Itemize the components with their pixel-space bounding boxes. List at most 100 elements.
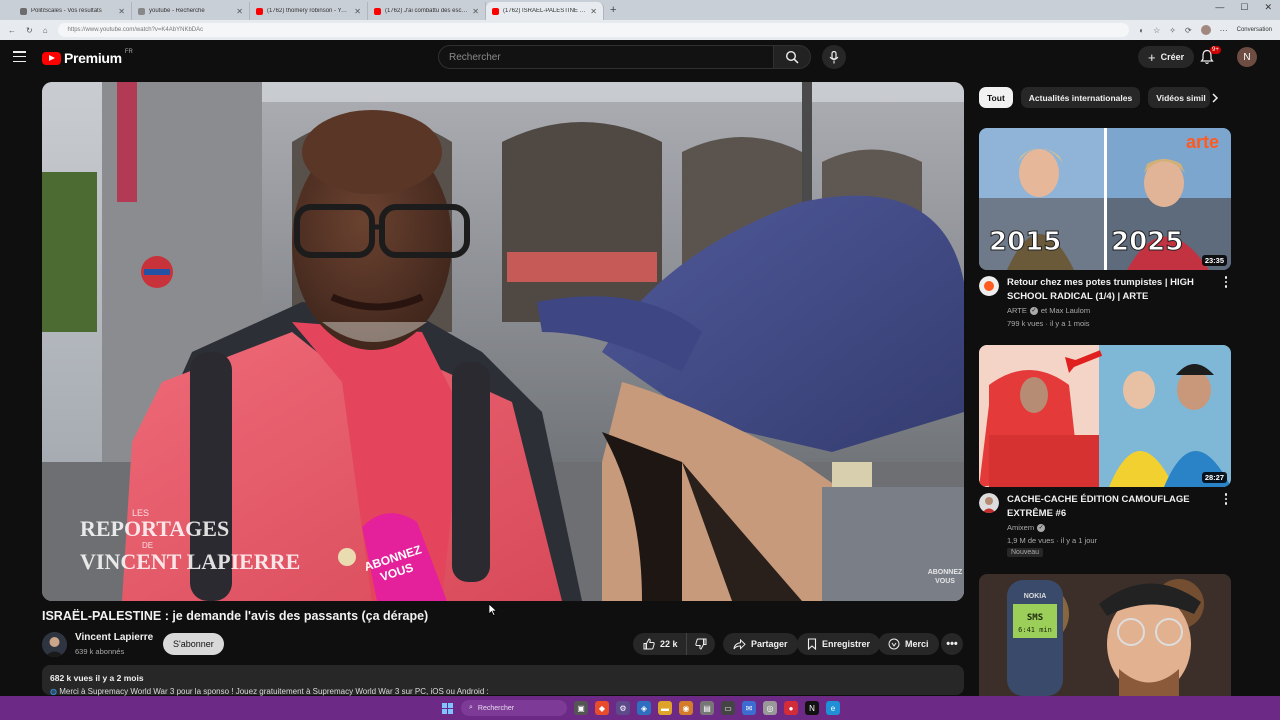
arte-avatar-icon xyxy=(979,276,999,296)
channel-avatar[interactable] xyxy=(979,493,999,513)
channel-name[interactable]: Amixem xyxy=(1007,523,1034,532)
video-thumbnail[interactable]: NOKIA SMS 6:41 min xyxy=(979,574,1231,696)
app-icon[interactable]: ● xyxy=(784,701,798,715)
extension-icon[interactable]: ◐ xyxy=(1139,26,1144,35)
url-text: https://www.youtube.com/watch?v=K4AbYNKb… xyxy=(67,27,204,33)
search-input[interactable] xyxy=(449,51,773,63)
windows-start-icon[interactable] xyxy=(440,701,454,715)
browser-tab[interactable]: (1762) J'ai combattu des escrocs ✕ xyxy=(368,2,486,20)
share-button[interactable]: Partager xyxy=(723,633,798,655)
channel-line: ARTE ✓ et Max Laulom xyxy=(1007,306,1090,315)
description-box[interactable]: 682 k vues il y a 2 mois ◍ Merci à Supre… xyxy=(42,665,964,696)
close-icon[interactable]: ✕ xyxy=(472,7,479,16)
more-actions-button[interactable]: ••• xyxy=(941,633,963,655)
star-icon[interactable]: ☆ xyxy=(1153,26,1160,35)
store-icon[interactable]: ▤ xyxy=(700,701,714,715)
youtube-favicon-icon xyxy=(256,7,263,15)
share-wrapper: Partager xyxy=(723,633,798,655)
search-box xyxy=(438,45,774,69)
menu-dots-icon[interactable]: ⋯ xyxy=(1220,26,1228,35)
video-thumbnail[interactable]: 28:27 xyxy=(979,345,1231,487)
recommended-video-card[interactable]: NOKIA SMS 6:41 min xyxy=(979,574,1231,696)
channel-name[interactable]: ARTE xyxy=(1007,306,1027,315)
youtube-logo[interactable]: Premium FR xyxy=(42,49,133,66)
chip-similar-videos[interactable]: Vidéos simil xyxy=(1148,87,1211,108)
video-title[interactable]: Retour chez mes potes trumpistes | HIGH … xyxy=(1007,276,1212,304)
verified-icon: ✓ xyxy=(1029,306,1038,315)
new-tab-button[interactable]: + xyxy=(610,4,616,16)
close-icon[interactable]: ✕ xyxy=(590,7,597,16)
tab-label: (1762) J'ai combattu des escrocs xyxy=(385,8,469,14)
description-text: ◍ Merci à Supremacy World War 3 pour la … xyxy=(50,687,956,696)
create-button[interactable]: + Créer xyxy=(1138,46,1195,68)
search-button[interactable] xyxy=(773,45,811,69)
video-thumbnail[interactable]: 2015 2025 arte 23:35 xyxy=(979,128,1231,270)
settings-icon[interactable]: ⚙ xyxy=(616,701,630,715)
menu-icon[interactable] xyxy=(13,51,26,63)
video-title[interactable]: CACHE-CACHE ÉDITION CAMOUFLAGE EXTRÊME #… xyxy=(1007,493,1212,521)
chat-icon[interactable]: ✉ xyxy=(742,701,756,715)
tab-label: youtube - Recherche xyxy=(149,8,205,14)
voice-search-button[interactable] xyxy=(822,45,846,69)
copilot-button[interactable]: Conversation xyxy=(1237,27,1272,33)
browser-tab[interactable]: youtube - Recherche ✕ xyxy=(132,2,250,20)
browser-tab-active[interactable]: (1762) ISRAËL-PALESTINE : je dem ✕ xyxy=(486,2,604,20)
channel-avatar[interactable] xyxy=(42,632,67,657)
channel-avatar[interactable] xyxy=(979,276,999,296)
chips-next-button[interactable] xyxy=(1207,90,1223,106)
terminal-icon[interactable]: ▭ xyxy=(721,701,735,715)
like-button[interactable]: 22 k xyxy=(633,633,687,655)
close-icon[interactable]: ✕ xyxy=(354,7,361,16)
account-avatar[interactable]: N xyxy=(1237,47,1257,67)
app-icon[interactable]: ◈ xyxy=(637,701,651,715)
file-explorer-icon[interactable]: ▬ xyxy=(658,701,672,715)
save-button[interactable]: Enregistrer xyxy=(797,633,881,655)
home-icon[interactable]: ⌂ xyxy=(43,26,48,35)
phone-brand-text: NOKIA xyxy=(1024,593,1047,600)
thanks-button[interactable]: Merci xyxy=(878,633,939,655)
more-horizontal-icon: ••• xyxy=(946,638,958,650)
share-label: Partager xyxy=(751,639,788,649)
puzzle-icon[interactable]: ✧ xyxy=(1169,26,1176,35)
notion-icon[interactable]: N xyxy=(805,701,819,715)
browser-toolbar-icons: ◐ ☆ ✧ ⟳ ⋯ Conversation xyxy=(1139,25,1272,35)
browser-tab[interactable]: PolitiScales - Vos résultats ✕ xyxy=(14,2,132,20)
recommended-video-card[interactable]: 2015 2025 arte 23:35 Retour chez mes pot… xyxy=(979,128,1231,328)
video-player[interactable]: ABONNEZ VOUS LES REPORTAGES DE VINCENT L… xyxy=(42,82,964,601)
taskbar-search[interactable]: ⌕ Rechercher xyxy=(461,700,567,716)
chrome-icon[interactable]: ◎ xyxy=(763,701,777,715)
browser-tab[interactable]: (1762) thomery robinson - YouTube ✕ xyxy=(250,2,368,20)
chip-international-news[interactable]: Actualités internationales xyxy=(1020,87,1141,108)
thumbnail-image: 2015 2025 arte xyxy=(979,128,1231,270)
close-icon[interactable]: ✕ xyxy=(236,7,243,16)
overlay-brand-line2: VINCENT LAPIERRE xyxy=(80,549,300,574)
tab-label: PolitiScales - Vos résultats xyxy=(31,8,102,14)
chip-all[interactable]: Tout xyxy=(979,87,1013,108)
maximize-icon[interactable]: ☐ xyxy=(1240,2,1248,13)
profile-avatar-icon[interactable] xyxy=(1200,25,1211,35)
save-label: Enregistrer xyxy=(822,639,871,649)
url-field[interactable]: https://www.youtube.com/watch?v=K4AbYNKb… xyxy=(57,23,1130,37)
app-icon[interactable]: ◉ xyxy=(679,701,693,715)
notifications-button[interactable]: 9+ xyxy=(1200,46,1221,67)
edge-browser-icon[interactable]: e xyxy=(826,701,840,715)
channel-name[interactable]: Vincent Lapierre xyxy=(75,632,153,643)
dislike-button[interactable] xyxy=(686,633,715,655)
back-icon[interactable]: ← xyxy=(8,26,16,35)
minimize-icon[interactable]: — xyxy=(1215,2,1224,13)
more-vertical-icon[interactable] xyxy=(1221,493,1231,507)
share-icon xyxy=(733,638,746,650)
task-view-icon[interactable]: ▣ xyxy=(574,701,588,715)
sync-icon[interactable]: ⟳ xyxy=(1185,26,1192,35)
subscribe-button[interactable]: S'abonner xyxy=(163,633,224,655)
youtube-header: Premium FR + Créer 9+ N xyxy=(0,40,1280,76)
close-icon[interactable]: ✕ xyxy=(118,7,125,16)
more-vertical-icon[interactable] xyxy=(1221,276,1231,290)
brave-browser-icon[interactable]: ◆ xyxy=(595,701,609,715)
reload-icon[interactable]: ↻ xyxy=(26,26,33,35)
search-icon xyxy=(785,50,799,64)
close-window-icon[interactable]: ✕ xyxy=(1264,2,1272,13)
thumb-text-2025: 2025 xyxy=(1111,227,1183,257)
youtube-favicon-icon xyxy=(492,7,499,15)
recommended-video-card[interactable]: 28:27 CACHE-CACHE ÉDITION CAMOUFLAGE EXT… xyxy=(979,345,1231,557)
